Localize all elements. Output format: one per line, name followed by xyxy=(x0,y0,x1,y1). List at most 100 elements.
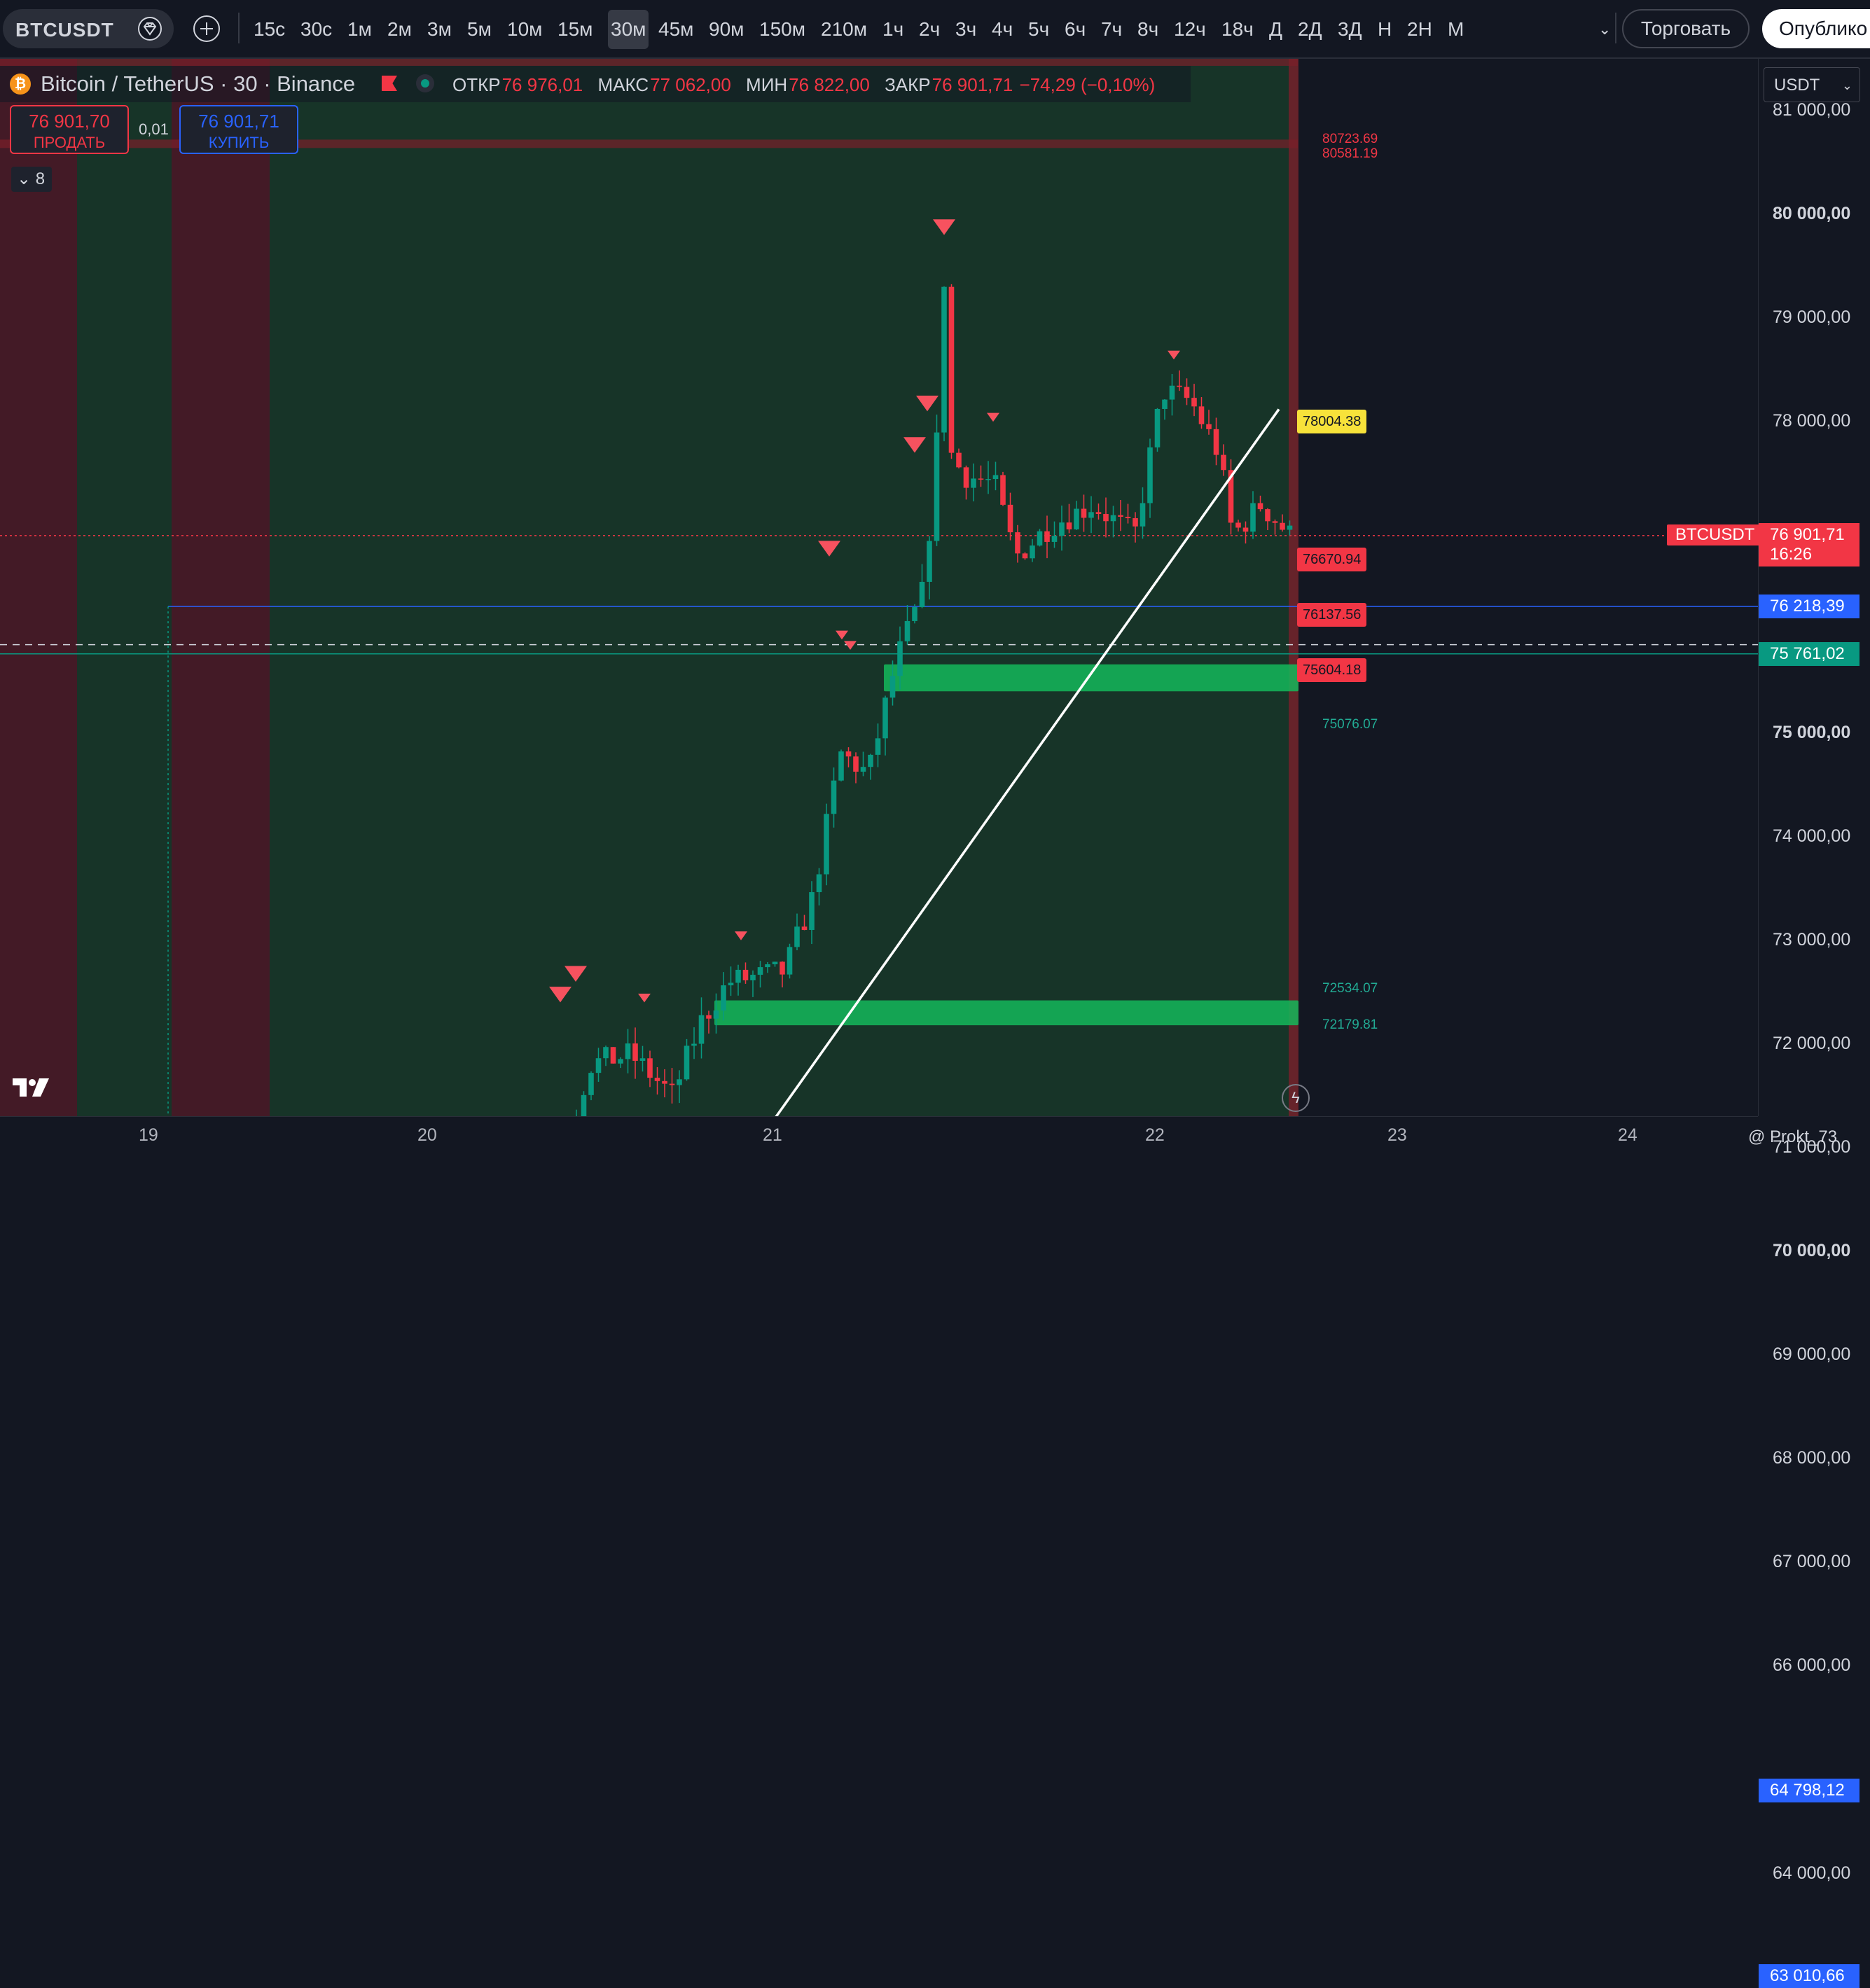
date-tick: 22 xyxy=(1145,1125,1165,1145)
candle-body xyxy=(1074,508,1079,530)
candle-body xyxy=(882,697,888,739)
sell-price: 76 901,70 xyxy=(29,111,110,132)
candle-body xyxy=(1213,429,1219,455)
change-value: −74,29 (−0,10%) xyxy=(1019,74,1156,95)
current-price-label[interactable]: 76 901,71 16:26 xyxy=(1759,522,1859,566)
price-marker-label[interactable]: 75 761,02 xyxy=(1759,641,1859,666)
candle-body xyxy=(956,452,962,468)
timeframe-3ч[interactable]: 3ч xyxy=(955,17,976,42)
price-marker-label[interactable]: 76 218,39 xyxy=(1759,595,1859,619)
currency-select[interactable]: USDT ⌄ xyxy=(1764,67,1860,102)
candle-body xyxy=(1287,525,1293,530)
bitcoin-icon: ₿ xyxy=(10,74,31,95)
timeframe-7ч[interactable]: 7ч xyxy=(1101,17,1122,42)
timeframe-30м[interactable]: 30м xyxy=(608,10,649,49)
timeframe-1ч[interactable]: 1ч xyxy=(882,17,903,42)
candle-body xyxy=(1272,521,1278,523)
candle-body xyxy=(1257,503,1263,510)
legend-title[interactable]: Bitcoin / TetherUS · 30 · Binance xyxy=(41,71,355,97)
timeframe-45м[interactable]: 45м xyxy=(658,17,693,42)
timeframe-3Д[interactable]: 3Д xyxy=(1338,17,1362,42)
candle-body xyxy=(772,961,778,965)
candle-body xyxy=(1235,522,1241,528)
candle-body xyxy=(639,1058,646,1061)
timeframe-15м[interactable]: 15м xyxy=(557,17,593,42)
candle-body xyxy=(1000,475,1006,505)
sell-button[interactable]: 76 901,70 ПРОДАТЬ xyxy=(10,105,129,154)
price-marker-label[interactable]: 63 010,66 xyxy=(1759,1964,1859,1988)
price-axis[interactable]: 81 000,00 80 000,00 79 000,00 78 000,00 75 0… xyxy=(1758,59,1870,1988)
chevron-down-icon: ⌄ xyxy=(17,169,32,188)
candle-body xyxy=(801,926,808,931)
add-symbol-button[interactable] xyxy=(193,15,220,42)
timeframe-15с[interactable]: 15с xyxy=(254,17,285,42)
timeframe-more-icon[interactable]: ⌄ xyxy=(1598,17,1611,42)
bar-countdown: 16:26 xyxy=(1770,544,1813,564)
publish-button[interactable]: Опублико xyxy=(1762,9,1870,48)
candle-body xyxy=(845,751,852,757)
timeframe-10м[interactable]: 10м xyxy=(507,17,542,42)
timeframe-210м[interactable]: 210м xyxy=(821,17,867,42)
open-label: ОТКР xyxy=(452,74,501,95)
candle-body xyxy=(985,479,991,480)
timeframe-2ч[interactable]: 2ч xyxy=(919,17,940,42)
chevron-down-icon: ⌄ xyxy=(1841,78,1852,92)
candle-body xyxy=(1198,406,1205,424)
timeframe-12ч[interactable]: 12ч xyxy=(1174,17,1206,42)
candle-body xyxy=(742,969,749,980)
date-tick: 20 xyxy=(417,1125,437,1145)
timeframe-2Д[interactable]: 2Д xyxy=(1298,17,1322,42)
timeframe-90м[interactable]: 90м xyxy=(709,17,744,42)
timeframe-1м[interactable]: 1м xyxy=(347,17,372,42)
sell-label: ПРОДАТЬ xyxy=(33,134,106,151)
candle-body xyxy=(1059,522,1065,536)
price-tick: 74 000,00 xyxy=(1773,826,1851,846)
buy-button[interactable]: 76 901,71 КУПИТЬ xyxy=(179,105,298,154)
candle-body xyxy=(654,1078,660,1081)
timeframe-18ч[interactable]: 18ч xyxy=(1221,17,1254,42)
timeframe-5ч[interactable]: 5ч xyxy=(1028,17,1049,42)
indicators-count: 8 xyxy=(35,169,46,188)
timeframe-150м[interactable]: 150м xyxy=(759,17,805,42)
timeframe-8ч[interactable]: 8ч xyxy=(1137,17,1158,42)
price-marker-label[interactable]: 64 798,12 xyxy=(1759,1779,1859,1803)
timeframe-3м[interactable]: 3м xyxy=(427,17,452,42)
price-pill-label: 76137.56 xyxy=(1297,603,1367,627)
candle-body xyxy=(948,286,955,453)
symbol-search[interactable]: BTCUSDT xyxy=(3,9,174,48)
candle-body xyxy=(1081,508,1087,518)
timeframe-Д[interactable]: Д xyxy=(1269,17,1282,42)
indicators-toggle[interactable]: ⌄ 8 xyxy=(11,167,52,192)
candle-body xyxy=(787,947,793,975)
price-tick: 72 000,00 xyxy=(1773,1033,1851,1053)
flag-icon[interactable] xyxy=(382,76,397,91)
timeframe-6ч[interactable]: 6ч xyxy=(1065,17,1086,42)
timeframe-4ч[interactable]: 4ч xyxy=(992,17,1013,42)
candle-body xyxy=(1206,424,1212,429)
zone-price-label: 72179.81 xyxy=(1322,1017,1378,1033)
trade-button[interactable]: Торговать xyxy=(1622,9,1750,48)
timeframe-М[interactable]: М xyxy=(1448,17,1464,42)
candle-body xyxy=(1250,503,1256,532)
price-pill-label: 78004.38 xyxy=(1297,409,1367,433)
candle-body xyxy=(860,767,866,772)
timeframe-2Н[interactable]: 2Н xyxy=(1407,17,1432,42)
chart-canvas[interactable] xyxy=(0,59,1758,1116)
chart-pane[interactable]: 82939.8682673.4380723.6980581.1975076.07… xyxy=(0,59,1758,1116)
candle-body xyxy=(978,478,984,480)
candle-body xyxy=(581,1094,587,1116)
candle-body xyxy=(794,926,800,947)
timeframe-30с[interactable]: 30с xyxy=(300,17,332,42)
timeframe-5м[interactable]: 5м xyxy=(467,17,492,42)
candle-body xyxy=(1191,398,1197,407)
session-band-green xyxy=(270,59,1298,1116)
market-status-icon[interactable] xyxy=(416,74,434,92)
session-band-red xyxy=(172,59,270,1116)
candle-body xyxy=(1177,385,1182,387)
lightning-icon[interactable]: ϟ xyxy=(1282,1084,1310,1112)
time-axis[interactable]: 19 20 21 22 23 24 xyxy=(0,1116,1758,1158)
timeframe-2м[interactable]: 2м xyxy=(387,17,412,42)
diamond-icon[interactable] xyxy=(137,16,162,41)
high-value: 77 062,00 xyxy=(650,74,731,95)
timeframe-Н[interactable]: Н xyxy=(1378,17,1392,42)
